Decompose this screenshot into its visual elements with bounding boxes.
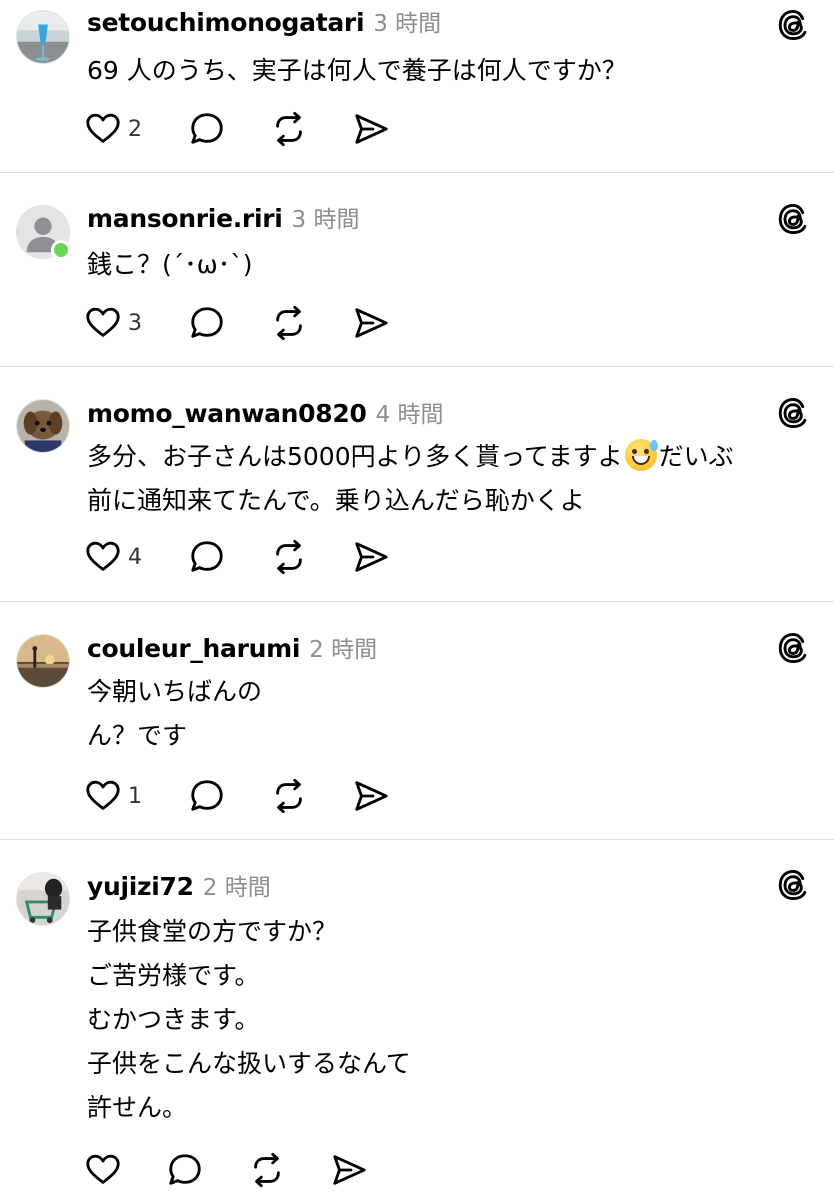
username[interactable]: setouchimonogatari: [87, 8, 365, 37]
repost-button[interactable]: [270, 538, 352, 576]
comment-bubble-icon: [188, 538, 226, 576]
post-text: 69 人のうち、実子は何人で養子は何人ですか？: [87, 49, 817, 93]
action-bar: 2: [84, 109, 390, 149]
post-text: 今朝いちばんの ん？です: [87, 670, 817, 758]
post-momo-wanwan0820: momo_wanwan0820 4 時間 多分、お子さんは5000円より多く貰っ…: [0, 367, 834, 601]
repost-icon: [270, 304, 308, 342]
repost-icon: [248, 1151, 286, 1189]
post-text-line: 多分、お子さんは5000円より多く貰ってますよ だいぶ: [87, 435, 817, 479]
reply-button[interactable]: [188, 304, 270, 342]
send-icon: [352, 110, 390, 148]
post-mansonrie-riri: mansonrie.riri 3 時間 銭こ？(´･ω･`) 3: [0, 173, 834, 366]
like-button[interactable]: 3: [84, 304, 188, 342]
repost-button[interactable]: [270, 777, 352, 815]
post-couleur-harumi: couleur_harumi 2 時間 今朝いちばんの ん？です 1: [0, 602, 834, 839]
share-button[interactable]: [352, 538, 390, 576]
like-count: 1: [128, 783, 142, 809]
post-text-segment: だいぶ: [658, 442, 734, 471]
avatar[interactable]: [16, 10, 70, 64]
timestamp: 3 時間: [373, 11, 442, 37]
action-bar: 3: [84, 303, 390, 343]
comment-bubble-icon: [188, 777, 226, 815]
post-text-line: 子供をこんな扱いするなんて: [87, 1049, 411, 1078]
grinning-face-with-sweat-emoji-icon: [624, 439, 658, 471]
comment-bubble-icon: [166, 1151, 204, 1189]
post-yujizi72: yujizi72 2 時間 子供食堂の方ですか？ ご苦労様です。 むかつきます。…: [0, 840, 834, 1200]
threads-logo-icon[interactable]: [776, 631, 810, 665]
username[interactable]: couleur_harumi: [87, 634, 300, 663]
like-button[interactable]: 2: [84, 110, 188, 148]
reply-button[interactable]: [188, 110, 270, 148]
avatar[interactable]: [16, 399, 70, 453]
send-icon: [352, 538, 390, 576]
reply-button[interactable]: [188, 777, 270, 815]
post-text-line: 今朝いちばんの: [87, 677, 263, 706]
repost-icon: [270, 777, 308, 815]
repost-button[interactable]: [270, 304, 352, 342]
timestamp: 2 時間: [202, 875, 271, 901]
send-icon: [352, 304, 390, 342]
post-text-segment: 多分、お子さんは5000円より多く貰ってますよ: [87, 442, 623, 471]
heart-icon: [84, 304, 122, 342]
reply-button[interactable]: [188, 538, 270, 576]
action-bar: [84, 1150, 368, 1190]
share-button[interactable]: [352, 304, 390, 342]
share-button[interactable]: [352, 777, 390, 815]
heart-icon: [84, 538, 122, 576]
timestamp: 3 時間: [291, 207, 360, 233]
like-button[interactable]: 4: [84, 538, 188, 576]
avatar[interactable]: [16, 634, 70, 688]
post-text-line: むかつきます。: [87, 1005, 260, 1034]
send-icon: [352, 777, 390, 815]
post-text-line: 前に通知来てたんで。乗り込んだら恥かくよ: [87, 486, 585, 515]
action-bar: 1: [84, 776, 390, 816]
timestamp: 4 時間: [375, 402, 444, 428]
post-text: 銭こ？(´･ω･`): [87, 243, 817, 287]
avatar[interactable]: [16, 872, 70, 926]
post-text-line: ん？です: [87, 721, 188, 750]
username[interactable]: momo_wanwan0820: [87, 399, 367, 428]
like-count: 4: [128, 544, 142, 570]
repost-icon: [270, 538, 308, 576]
heart-icon: [84, 110, 122, 148]
comment-bubble-icon: [188, 110, 226, 148]
repost-button[interactable]: [248, 1151, 330, 1189]
post-text-line: 許せん。: [87, 1093, 188, 1122]
threads-logo-icon[interactable]: [776, 8, 810, 42]
post-text: 子供食堂の方ですか？ ご苦労様です。 むかつきます。 子供をこんな扱いするなんて…: [87, 910, 817, 1130]
post-text: 多分、お子さんは5000円より多く貰ってますよ だいぶ 前に通知来てたんで。乗り込…: [87, 435, 817, 523]
like-button[interactable]: 1: [84, 777, 188, 815]
like-count: 2: [128, 116, 142, 142]
post-text-line: 銭こ？(´･ω･`): [87, 250, 253, 279]
send-icon: [330, 1151, 368, 1189]
post-text-line: 69 人のうち、実子は何人で養子は何人ですか？: [87, 56, 627, 85]
post-setouchimonogatari: setouchimonogatari 3 時間 69 人のうち、実子は何人で養子…: [0, 0, 834, 172]
repost-icon: [270, 110, 308, 148]
threads-logo-icon[interactable]: [776, 868, 810, 902]
repost-button[interactable]: [270, 110, 352, 148]
reply-button[interactable]: [166, 1151, 248, 1189]
username[interactable]: yujizi72: [87, 872, 194, 901]
heart-icon: [84, 777, 122, 815]
share-button[interactable]: [330, 1151, 368, 1189]
post-text-line: ご苦労様です。: [87, 961, 260, 990]
like-button[interactable]: [84, 1151, 166, 1189]
comment-bubble-icon: [188, 304, 226, 342]
timestamp: 2 時間: [309, 637, 378, 663]
threads-logo-icon[interactable]: [776, 396, 810, 430]
action-bar: 4: [84, 537, 390, 577]
like-count: 3: [128, 310, 142, 336]
online-status-badge: [51, 240, 71, 260]
share-button[interactable]: [352, 110, 390, 148]
heart-icon: [84, 1151, 122, 1189]
threads-logo-icon[interactable]: [776, 202, 810, 236]
post-text-line: 子供食堂の方ですか？: [87, 917, 338, 946]
username[interactable]: mansonrie.riri: [87, 204, 283, 233]
